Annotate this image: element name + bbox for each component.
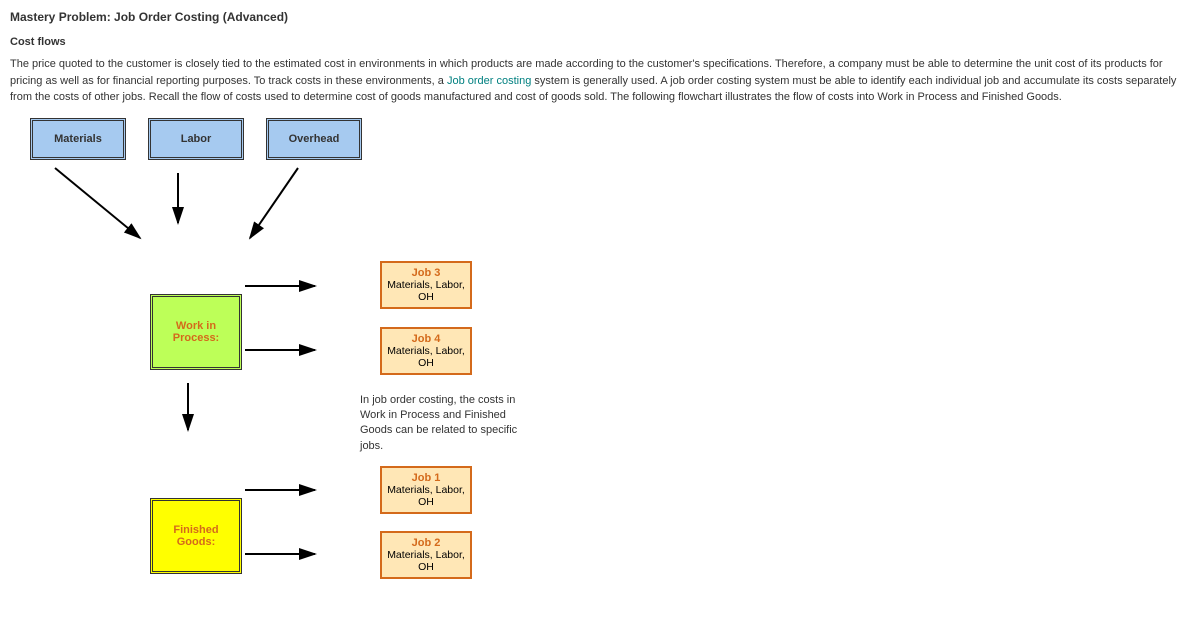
job2-sub2: OH: [382, 561, 470, 573]
job3-sub2: OH: [382, 291, 470, 303]
job4-title: Job 4: [382, 333, 470, 345]
job4-sub2: OH: [382, 357, 470, 369]
job1-title: Job 1: [382, 472, 470, 484]
wip-label-1: Work in: [176, 320, 216, 332]
job1-sub1: Materials, Labor,: [382, 484, 470, 496]
labor-box: Labor: [148, 118, 244, 160]
page-title: Mastery Problem: Job Order Costing (Adva…: [10, 10, 1190, 24]
wip-label-2: Process:: [173, 332, 219, 344]
job2-title: Job 2: [382, 537, 470, 549]
job3-box: Job 3 Materials, Labor, OH: [380, 261, 472, 309]
overhead-box: Overhead: [266, 118, 362, 160]
finished-goods-box: Finished Goods:: [150, 498, 242, 574]
job2-sub1: Materials, Labor,: [382, 549, 470, 561]
work-in-process-box: Work in Process:: [150, 294, 242, 370]
job3-title: Job 3: [382, 267, 470, 279]
materials-box: Materials: [30, 118, 126, 160]
job1-box: Job 1 Materials, Labor, OH: [380, 466, 472, 514]
job2-box: Job 2 Materials, Labor, OH: [380, 531, 472, 579]
job3-sub1: Materials, Labor,: [382, 279, 470, 291]
finished-label-2: Goods:: [177, 536, 216, 548]
flowchart: Materials Labor Overhead Work in Process…: [10, 118, 1190, 618]
intro-paragraph: The price quoted to the customer is clos…: [10, 56, 1190, 106]
job4-sub1: Materials, Labor,: [382, 345, 470, 357]
job-order-costing-link[interactable]: Job order costing: [447, 75, 531, 87]
job4-box: Job 4 Materials, Labor, OH: [380, 327, 472, 375]
job1-sub2: OH: [382, 496, 470, 508]
flowchart-note: In job order costing, the costs in Work …: [360, 393, 535, 455]
section-subtitle: Cost flows: [10, 36, 1190, 48]
finished-label-1: Finished: [173, 524, 218, 536]
